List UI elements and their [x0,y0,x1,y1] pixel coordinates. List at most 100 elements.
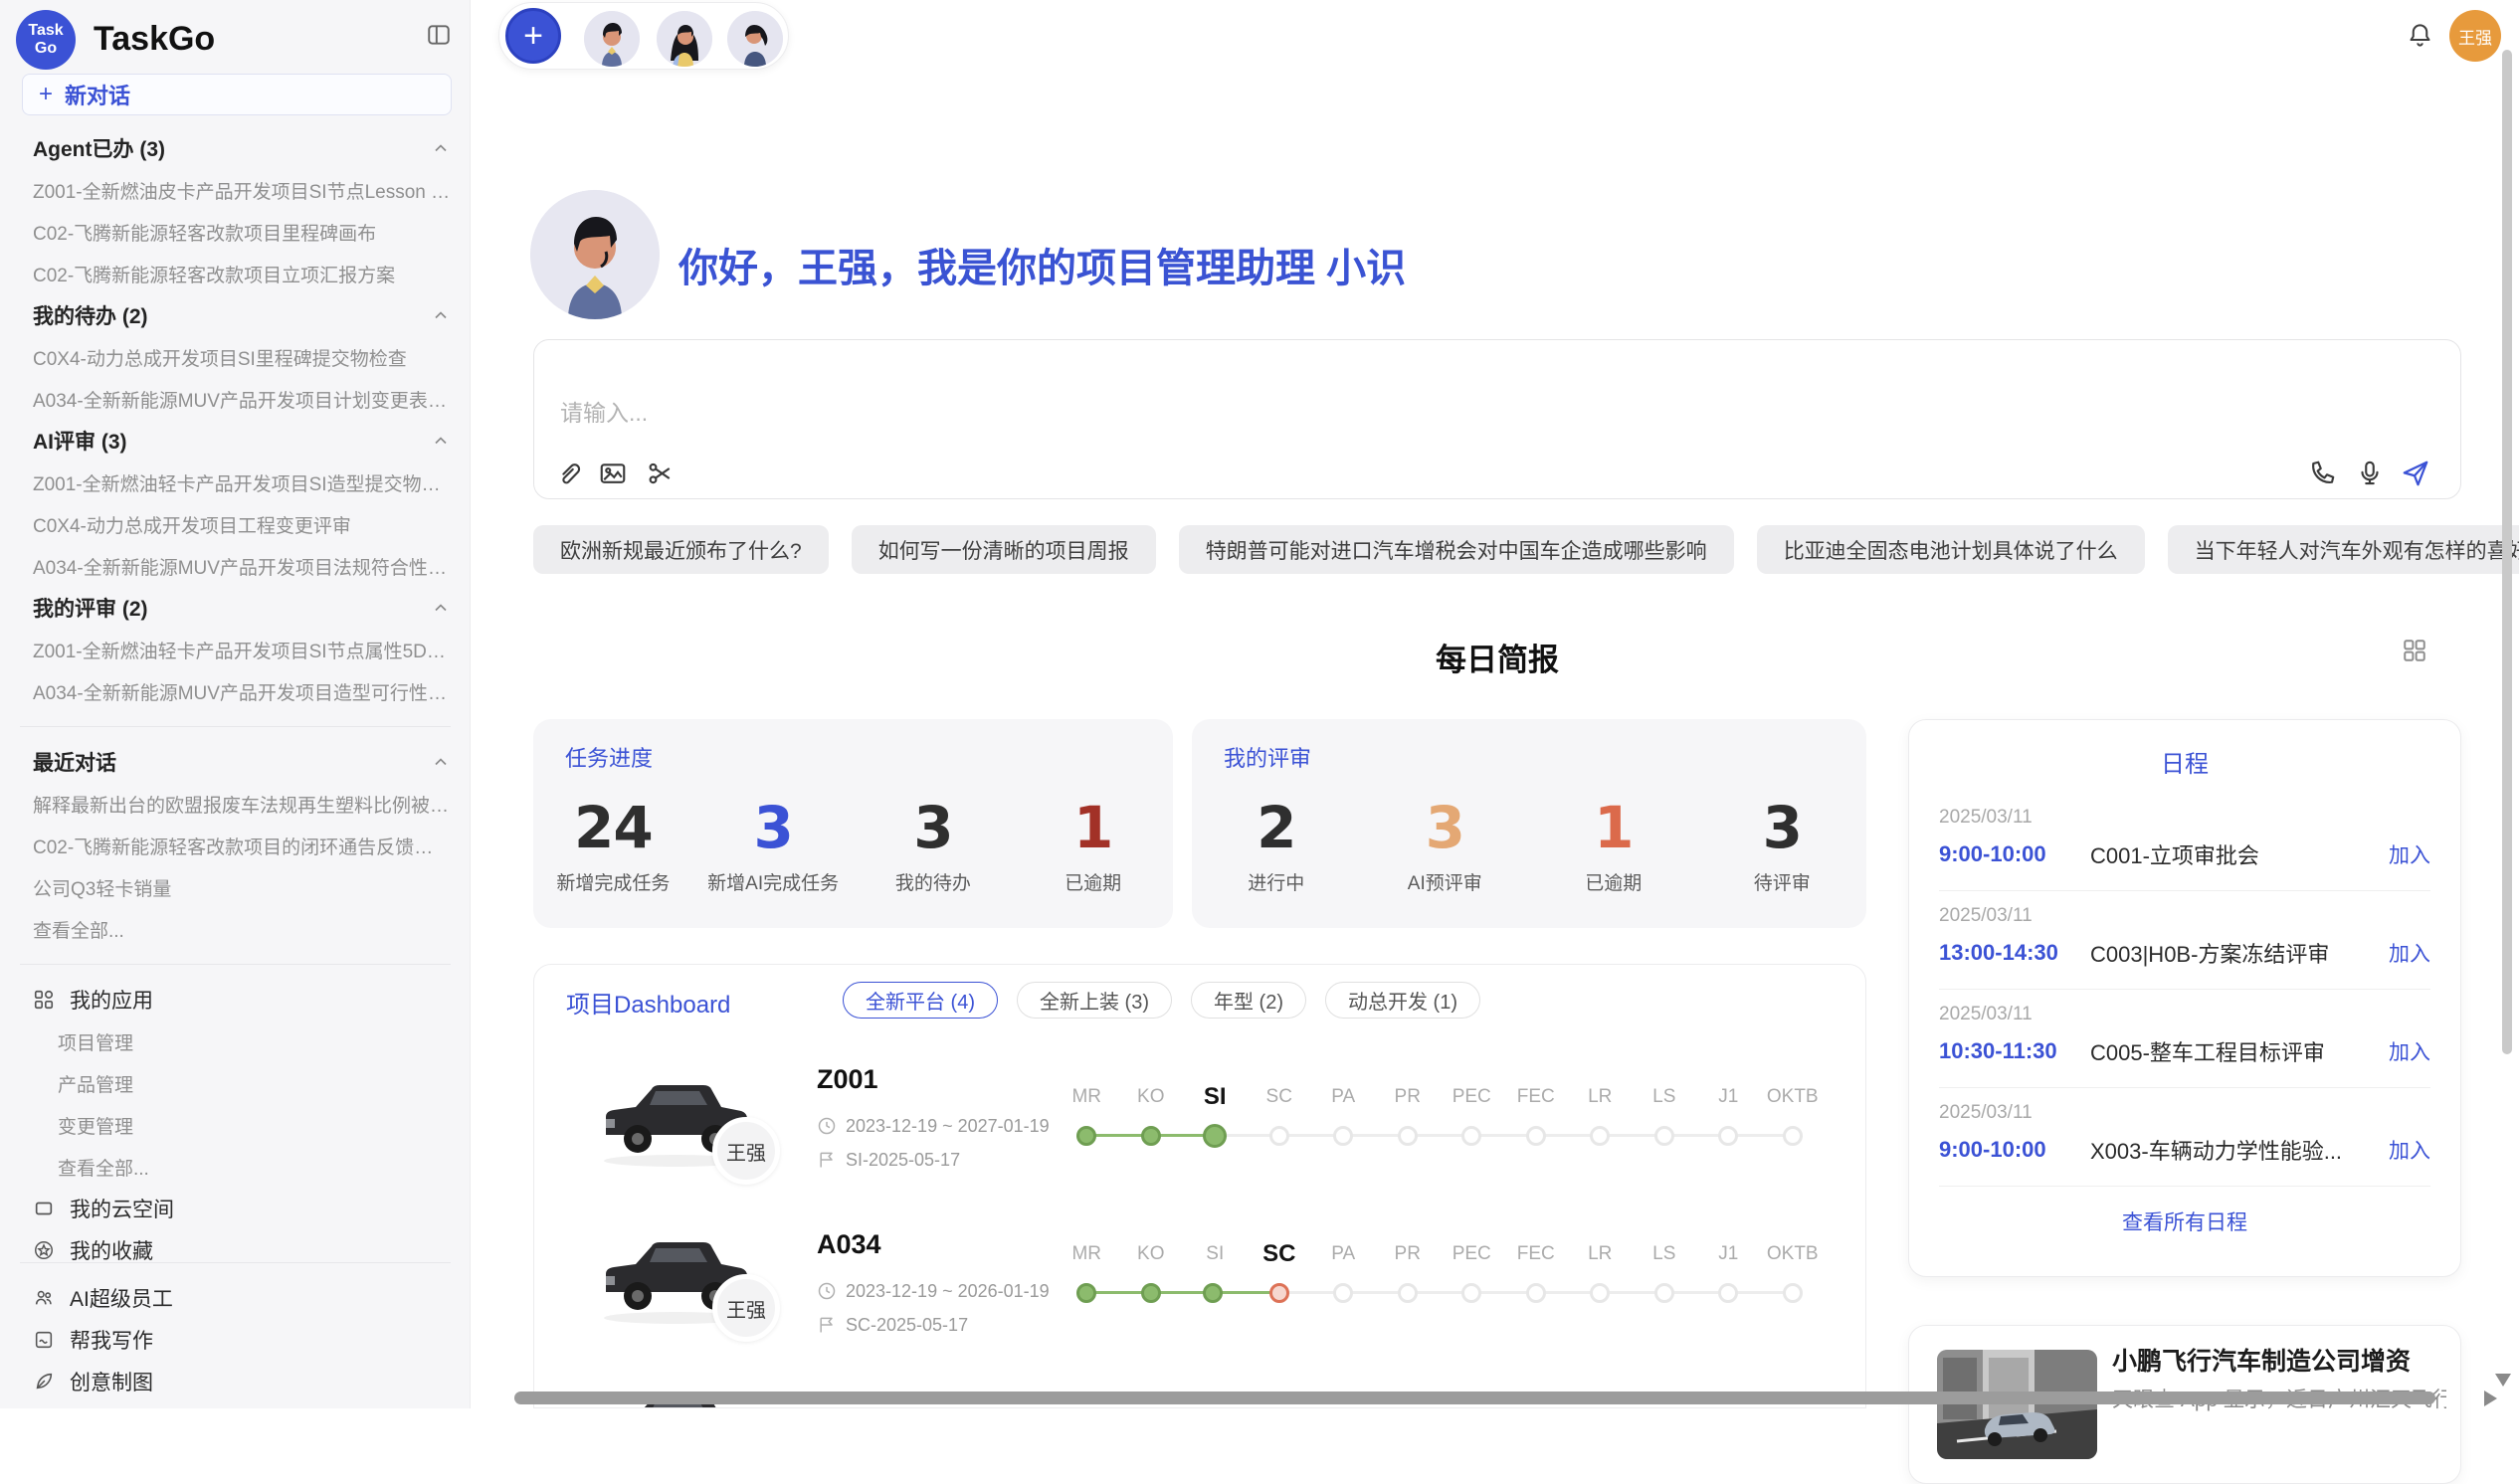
tab-powertrain[interactable]: 动总开发 (1) [1325,982,1480,1019]
app-item-change-mgmt[interactable]: 变更管理 [0,1104,471,1146]
entry-title: C001-立项审批会 [2090,838,2377,870]
panel-collapse-icon[interactable] [426,22,452,48]
schedule-card: 日程 2025/03/11 9:00-10:00 C001-立项审批会 加入 2… [1908,719,2461,1277]
bell-icon[interactable] [2407,22,2433,49]
chevron-up-icon [431,598,451,618]
sidebar-item-cloud-space[interactable]: 我的云空间 [0,1188,471,1229]
sidebar-item[interactable]: Z001-全新燃油轻卡产品开发项目SI节点属性5D文件评审 [0,629,471,670]
suggestion-chip[interactable]: 特朗普可能对进口汽车增税会对中国车企造成哪些影响 [1179,525,1734,574]
item-label: C0X4-动力总成开发项目工程变更评审 [33,511,351,538]
item-label: 产品管理 [58,1070,133,1097]
sidebar-item-creative-drawing[interactable]: 创意制图 [0,1361,471,1402]
logo-line2: Go [35,40,57,58]
entry-time: 9:00-10:00 [1939,1137,2090,1163]
section-ai-review[interactable]: AI评审 (3) [0,420,471,462]
section-agent-done[interactable]: Agent已办 (3) [0,127,471,169]
divider [20,1262,451,1263]
entry-time: 13:00-14:30 [1939,940,2090,966]
vertical-scrollbar[interactable] [2502,50,2512,1054]
tab-model-year[interactable]: 年型 (2) [1191,982,1306,1019]
horizontal-scrollbar[interactable] [514,1391,2435,1404]
image-icon[interactable] [598,459,628,488]
stat-value: 24 [533,797,693,858]
grid-icon[interactable] [2402,638,2427,663]
sidebar-item-ai-super-staff[interactable]: AI超级员工 [0,1277,471,1319]
tab-new-body[interactable]: 全新上装 (3) [1017,982,1172,1019]
milestone-label: SI [1183,1082,1248,1112]
sidebar-item[interactable]: C0X4-动力总成开发项目SI里程碑提交物检查 [0,336,471,378]
agent-avatar-3[interactable] [727,11,783,67]
sidebar-item[interactable]: A034-全新新能源MUV产品开发项目计划变更表编写 [0,378,471,420]
recent-chats-view-all[interactable]: 查看全部... [0,908,471,950]
paperclip-icon[interactable] [554,459,584,488]
sidebar-item[interactable]: C02-飞腾新能源轻客改款项目里程碑画布 [0,211,471,253]
milestone-label: PR [1376,1239,1441,1269]
tab-new-platform[interactable]: 全新平台 (4) [843,982,998,1019]
app-logo: Task Go [16,10,76,70]
chevron-up-icon [431,305,451,325]
sidebar-item[interactable]: Z001-全新燃油轻卡产品开发项目SI造型提交物评审 [0,462,471,503]
stat-value: 3 [693,797,854,858]
join-button[interactable]: 加入 [2389,1135,2430,1165]
add-agent-button[interactable]: + [505,8,561,64]
apps-view-all[interactable]: 查看全部... [0,1146,471,1188]
entry-title: X003-车辆动力学性能验... [2090,1134,2377,1166]
view-all-schedule-link[interactable]: 查看所有日程 [1909,1206,2460,1236]
milestone-label: J1 [1696,1239,1761,1269]
flag-icon [817,1315,837,1335]
owner-name: 王强 [726,1294,766,1323]
send-icon[interactable] [2401,459,2430,488]
join-button[interactable]: 加入 [2389,1036,2430,1066]
new-chat-button[interactable]: + 新对话 [22,74,452,115]
date-range: 2023-12-19 ~ 2027-01-19 [846,1116,1050,1137]
sidebar-item[interactable]: A034-全新新能源MUV产品开发项目法规符合性评审 [0,545,471,587]
scroll-down-arrow-icon[interactable] [2495,1374,2511,1387]
chat-input[interactable] [560,400,2152,427]
sidebar-item[interactable]: Z001-全新燃油皮卡产品开发项目SI节点Lesson Learn报告 [0,169,471,211]
section-recent-chats[interactable]: 最近对话 [0,741,471,783]
sidebar-item[interactable]: C02-飞腾新能源轻客改款项目立项汇报方案 [0,253,471,294]
sidebar-item-help-me-write[interactable]: 帮我写作 [0,1319,471,1361]
agent-avatar-2[interactable] [657,11,712,67]
entry-date: 2025/03/11 [1939,1102,2430,1124]
item-label: 项目管理 [58,1028,133,1055]
greeting-text: 你好，王强，我是你的项目管理助理 小识 [678,236,1406,293]
suggestion-chip[interactable]: 如何写一份清晰的项目周报 [852,525,1156,574]
recent-chat-item[interactable]: 解释最新出台的欧盟报废车法规再生塑料比例被调至15%... [0,783,471,825]
milestone-label: LR [1568,1239,1633,1269]
recent-chat-item[interactable]: C02-飞腾新能源轻客改款项目的闭环通告反馈情况 [0,825,471,866]
sidebar-item[interactable]: A034-全新新能源MUV产品开发项目造型可行性评审 [0,670,471,712]
user-avatar[interactable]: 王强 [2449,10,2501,62]
agent-avatar-1[interactable] [584,11,640,67]
write-icon [33,1329,55,1351]
app-item-project-mgmt[interactable]: 项目管理 [0,1020,471,1062]
news-card[interactable]: 小鹏飞行汽车制造公司增资 天眼查 App 显示，近日广州汇天飞行汽... [1908,1325,2461,1484]
entry-time: 10:30-11:30 [1939,1038,2090,1064]
scissors-icon[interactable] [646,459,676,488]
agent-switcher: + [498,2,789,70]
item-label: C02-飞腾新能源轻客改款项目立项汇报方案 [33,261,395,287]
apps-icon [33,989,55,1011]
schedule-title: 日程 [1909,720,2460,779]
milestone-label: OKTB [1761,1239,1826,1269]
clock-icon [817,1116,837,1136]
section-my-review[interactable]: 我的评审 (2) [0,587,471,629]
section-my-todo[interactable]: 我的待办 (2) [0,294,471,336]
user-avatar-label: 王强 [2458,24,2492,49]
join-button[interactable]: 加入 [2389,938,2430,968]
suggestion-chip[interactable]: 比亚迪全固态电池计划具体说了什么 [1757,525,2145,574]
app-item-product-mgmt[interactable]: 产品管理 [0,1062,471,1104]
scroll-right-arrow-icon[interactable] [2484,1391,2497,1406]
phone-icon[interactable] [2307,459,2337,488]
microphone-icon[interactable] [2355,459,2385,488]
divider [20,726,451,727]
milestone-label: MR [1055,1239,1119,1269]
quill-icon [33,1371,55,1392]
recent-chat-item[interactable]: 公司Q3轻卡销量 [0,866,471,908]
suggestion-chip[interactable]: 当下年轻人对汽车外观有怎样的喜好趋势 [2168,525,2519,574]
sidebar-item-my-apps[interactable]: 我的应用 [0,979,471,1020]
suggestion-chip[interactable]: 欧洲新规最近颁布了什么? [533,525,829,574]
join-button[interactable]: 加入 [2389,839,2430,869]
assistant-avatar [530,190,660,319]
sidebar-item[interactable]: C0X4-动力总成开发项目工程变更评审 [0,503,471,545]
